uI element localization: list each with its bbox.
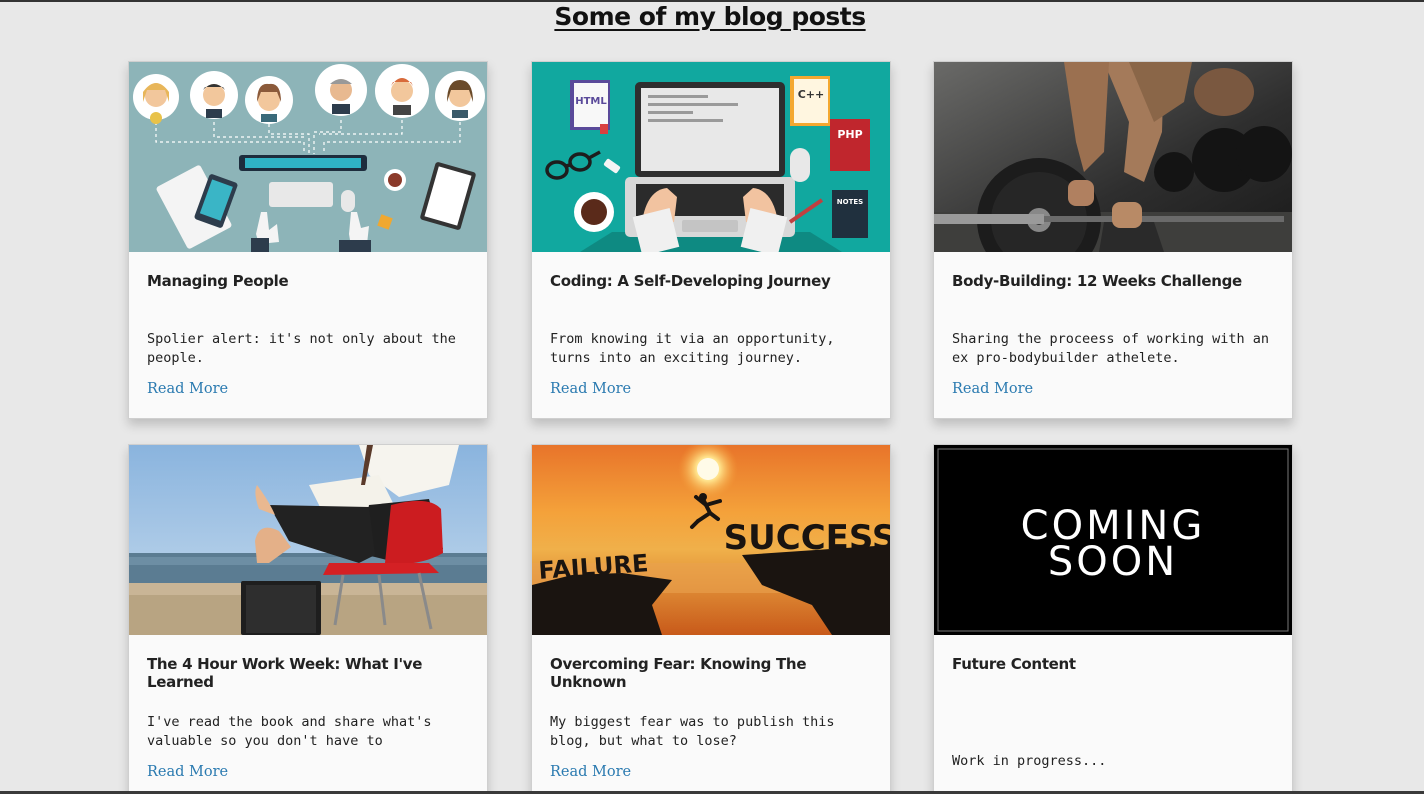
section-title: Some of my blog posts	[554, 2, 866, 31]
read-more-link[interactable]: Read More	[550, 764, 631, 780]
post-title: Body-Building: 12 Weeks Challenge	[952, 272, 1242, 290]
blog-card-managing-people: Managing People Spolier alert: it's not …	[128, 61, 488, 419]
post-excerpt: Sharing the proceess of working with an …	[952, 331, 1269, 366]
php-book-label: PHP	[837, 128, 862, 141]
post-thumbnail[interactable]	[934, 62, 1292, 252]
beach-chair-laptop-photo	[129, 445, 487, 635]
post-excerpt: My biggest fear was to publish this blog…	[550, 714, 835, 749]
coming-soon-banner: COMING SOON	[934, 445, 1292, 635]
post-thumbnail[interactable]: FAILURE SUCCESS	[532, 445, 890, 635]
post-title: The 4 Hour Work Week: What I've Learned	[147, 655, 423, 691]
blog-card-body-building: Body-Building: 12 Weeks Challenge Sharin…	[933, 61, 1293, 419]
post-thumbnail[interactable]	[129, 445, 487, 635]
post-excerpt: Spolier alert: it's not only about the p…	[147, 331, 456, 366]
team-management-illustration	[129, 62, 487, 252]
read-more-link[interactable]: Read More	[147, 764, 228, 780]
post-excerpt: From knowing it via an opportunity, turn…	[550, 331, 835, 366]
cpp-book-label: C++	[798, 88, 825, 101]
post-title: Future Content	[952, 655, 1076, 673]
blog-card-coding: HTML C++ PHP NOTES Coding: A Self-Develo…	[531, 61, 891, 419]
post-title: Managing People	[147, 272, 289, 290]
post-excerpt: Work in progress...	[952, 753, 1107, 769]
failure-success-cliff-photo: FAILURE SUCCESS	[532, 445, 890, 635]
post-excerpt: I've read the book and share what's valu…	[147, 714, 432, 749]
success-text: SUCCESS	[724, 518, 890, 558]
html-book-label: HTML	[575, 96, 607, 107]
post-thumbnail[interactable]	[129, 62, 487, 252]
notes-book-label: NOTES	[837, 198, 863, 206]
barbell-deadlift-photo	[934, 62, 1292, 252]
post-thumbnail[interactable]: HTML C++ PHP NOTES	[532, 62, 890, 252]
blog-card-overcoming-fear: FAILURE SUCCESS Overcoming Fear: Knowing…	[531, 444, 891, 794]
laptop-coding-illustration: HTML C++ PHP NOTES	[532, 62, 890, 252]
post-title: Overcoming Fear: Knowing The Unknown	[550, 655, 807, 691]
post-title: Coding: A Self-Developing Journey	[550, 272, 831, 290]
read-more-link[interactable]: Read More	[550, 381, 631, 397]
blog-card-future-content: COMING SOON Future Content Work in progr…	[933, 444, 1293, 794]
read-more-link[interactable]: Read More	[147, 381, 228, 397]
post-thumbnail: COMING SOON	[934, 445, 1292, 635]
blog-card-4-hour-work-week: The 4 Hour Work Week: What I've Learned …	[128, 444, 488, 794]
read-more-link[interactable]: Read More	[952, 381, 1033, 397]
soon-text: SOON	[1048, 539, 1178, 585]
